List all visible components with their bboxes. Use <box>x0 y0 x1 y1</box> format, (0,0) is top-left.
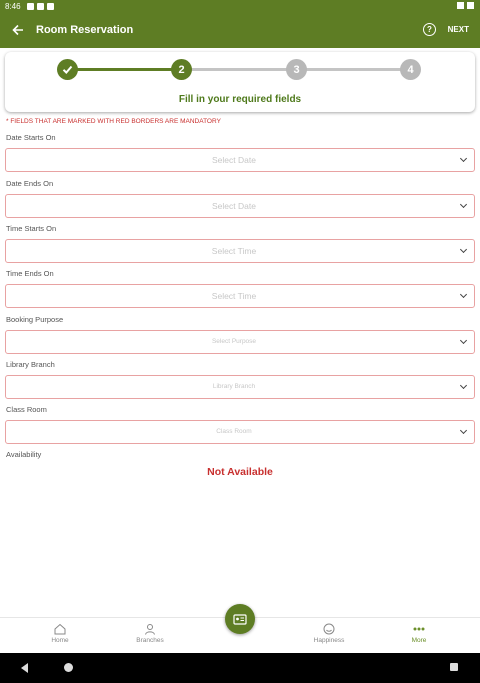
nav-item-label: Happiness <box>313 637 345 644</box>
step-connector <box>305 68 409 71</box>
notification-icon <box>26 2 34 10</box>
home-icon <box>54 623 66 635</box>
step-2-current: 2 <box>171 59 192 80</box>
time-end-select[interactable]: Select Time <box>5 284 475 308</box>
availability-status: Not Available <box>207 466 273 478</box>
step-1-done <box>57 59 78 80</box>
smile-icon <box>323 623 335 635</box>
id-card-fab[interactable] <box>225 604 255 634</box>
step-3: 3 <box>286 59 307 80</box>
time-start-placeholder: Select Time <box>211 246 257 256</box>
library-branch-placeholder: Library Branch <box>212 383 256 390</box>
more-dots-icon <box>413 627 425 631</box>
step-connector <box>191 68 295 71</box>
system-recents-icon[interactable] <box>450 663 458 671</box>
time-end-placeholder: Select Time <box>211 291 257 301</box>
notification-icon <box>36 2 44 10</box>
date-start-select[interactable]: Select Date <box>5 148 475 172</box>
app-bar: Room Reservation ? NEXT <box>0 12 480 48</box>
availability-label: Availability <box>6 450 42 459</box>
help-icon[interactable]: ? <box>423 23 436 36</box>
nav-item-happiness[interactable]: Happiness <box>299 623 359 644</box>
booking-purpose-label: Booking Purpose <box>6 315 64 324</box>
system-home-icon[interactable] <box>64 663 73 672</box>
mandatory-note: * FIELDS THAT ARE MARKED WITH RED BORDER… <box>6 118 221 125</box>
nav-item-label: More <box>411 637 427 644</box>
date-start-placeholder: Select Date <box>212 155 256 165</box>
nav-item-label: Branches <box>136 637 164 644</box>
step-4: 4 <box>400 59 421 80</box>
id-card-icon <box>233 613 247 625</box>
status-time: 8:46 <box>5 1 21 11</box>
arrow-left-icon <box>12 24 23 36</box>
system-back-icon[interactable] <box>21 663 28 673</box>
class-room-placeholder: Class Room <box>216 428 252 435</box>
class-room-select[interactable]: Class Room <box>5 420 475 444</box>
nav-item-branches[interactable]: Branches <box>120 623 180 644</box>
library-branch-label: Library Branch <box>6 360 55 369</box>
battery-icon <box>467 2 474 9</box>
time-start-select[interactable]: Select Time <box>5 239 475 263</box>
nav-item-label: Home <box>51 637 69 644</box>
stepper-card: 2 3 4 Fill in your required fields <box>5 52 475 112</box>
booking-purpose-select[interactable]: Select Purpose <box>5 330 475 354</box>
library-branch-select[interactable]: Library Branch <box>5 375 475 399</box>
check-icon <box>62 65 73 74</box>
stepper-caption: Fill in your required fields <box>178 94 302 105</box>
time-start-label: Time Starts On <box>6 224 57 233</box>
nav-item-more[interactable]: More <box>389 623 449 644</box>
wifi-icon <box>457 2 464 9</box>
next-button[interactable]: NEXT <box>448 25 469 34</box>
notification-icon <box>46 2 54 10</box>
page-title: Room Reservation <box>36 24 134 36</box>
status-indicators <box>457 2 474 9</box>
time-end-label: Time Ends On <box>6 269 54 278</box>
nav-item-home[interactable]: Home <box>30 623 90 644</box>
date-end-select[interactable]: Select Date <box>5 194 475 218</box>
date-end-placeholder: Select Date <box>212 201 256 211</box>
booking-purpose-placeholder: Select Purpose <box>211 338 257 345</box>
branches-icon <box>145 624 155 635</box>
back-button[interactable] <box>0 12 36 48</box>
step-connector <box>77 68 181 71</box>
date-end-label: Date Ends On <box>6 179 54 188</box>
system-nav-bar <box>0 653 480 683</box>
date-start-label: Date Starts On <box>6 133 56 142</box>
class-room-label: Class Room <box>6 405 47 414</box>
status-bar: 8:46 <box>0 0 480 12</box>
